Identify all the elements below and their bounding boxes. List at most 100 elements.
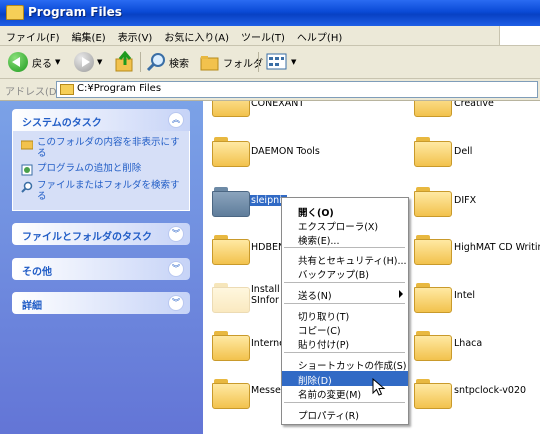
menu-separator (284, 402, 405, 403)
folder-icon[interactable] (414, 137, 452, 167)
folder-icon[interactable] (414, 187, 452, 217)
folders-icon (200, 56, 219, 71)
folder-name[interactable]: DAEMON Tools (251, 146, 320, 157)
menu-item-cut[interactable]: 切り取り(T) (282, 307, 408, 323)
system-tasks-header[interactable]: システムのタスク ︽ (12, 109, 190, 131)
menu-item-explore[interactable]: エクスプローラ(X) (282, 217, 408, 233)
folder-name[interactable]: sntpclock-v020 (454, 385, 526, 396)
folder-icon[interactable] (212, 235, 250, 265)
details-panel: 詳細 ︾ (12, 292, 190, 314)
folder-name[interactable]: Intel (454, 290, 475, 301)
file-tasks-header[interactable]: ファイルとフォルダのタスク ︾ (12, 223, 190, 245)
folder-name[interactable]: InstallSInforma (251, 284, 280, 308)
menu-separator (284, 282, 405, 283)
menu-item-open[interactable]: 開く(O) (282, 203, 408, 219)
title-bar: Program Files (0, 0, 540, 26)
folder-name[interactable]: Lhaca (454, 338, 482, 349)
menu-help[interactable]: ヘルプ(H) (291, 26, 348, 47)
back-button[interactable]: 戻る ▼ (8, 50, 60, 74)
up-folder-icon (115, 51, 133, 72)
folder-icon[interactable] (212, 101, 250, 117)
toolbar-separator (140, 52, 141, 72)
other-places-panel: その他 ︾ (12, 258, 190, 280)
views-button[interactable]: ▼ (266, 50, 296, 74)
folder-name[interactable]: Dell (454, 146, 472, 157)
folder-name[interactable]: CONEXANT (251, 101, 304, 109)
menu-edit[interactable]: 編集(E) (66, 26, 112, 47)
other-places-header[interactable]: その他 ︾ (12, 258, 190, 280)
up-folder-button[interactable] (114, 50, 136, 74)
search-icon (21, 181, 33, 193)
folders-label: フォルダ (223, 58, 263, 70)
menu-item-create-shortcut[interactable]: ショートカットの作成(S) (282, 356, 408, 372)
menu-item-backup[interactable]: バックアップ(B) (282, 265, 408, 281)
folder-icon[interactable] (414, 283, 452, 313)
menu-item-paste[interactable]: 貼り付け(P) (282, 335, 408, 351)
folder-icon[interactable] (414, 331, 452, 361)
search-icon (146, 53, 165, 72)
task-pane: システムのタスク ︽ このフォルダの内容を非表示にする プログラムの追加と削除 … (0, 101, 203, 434)
views-icon (266, 53, 287, 70)
menu-favorites[interactable]: お気に入り(A) (158, 26, 235, 47)
system-tasks-title: システムのタスク (22, 118, 102, 129)
task-hide-folder-contents[interactable]: このフォルダの内容を非表示にする (21, 137, 183, 159)
folder-icon[interactable] (414, 235, 452, 265)
folder-name[interactable]: HighMAT CD Writin (454, 242, 540, 253)
submenu-arrow-icon (399, 290, 403, 298)
other-places-title: その他 (22, 267, 52, 278)
menu-item-rename[interactable]: 名前の変更(M) (282, 385, 408, 401)
window-title: Program Files (28, 5, 122, 19)
task-search-files[interactable]: ファイルまたはフォルダを検索する (21, 180, 183, 202)
folder-icon[interactable] (212, 331, 250, 361)
folder-icon[interactable] (212, 283, 250, 313)
folder-name[interactable]: HDBEN (251, 242, 285, 253)
menu-separator (284, 352, 405, 353)
chevron-down-icon: ▼ (291, 58, 297, 66)
menu-item-sharing[interactable]: 共有とセキュリティ(H)... (282, 251, 408, 267)
back-arrow-icon (8, 52, 28, 72)
toolbar-separator (258, 52, 259, 72)
folders-button[interactable]: フォルダ (200, 50, 263, 74)
folder-name[interactable]: DIFX (454, 195, 476, 206)
details-title: 詳細 (22, 301, 42, 312)
folder-name[interactable]: Creative (454, 101, 494, 109)
menu-tools[interactable]: ツール(T) (235, 26, 291, 47)
task-label: ファイルまたはフォルダを検索する (37, 180, 180, 202)
folder-icon[interactable] (212, 187, 250, 217)
search-button[interactable]: 検索 (146, 50, 189, 74)
menu-separator (284, 303, 405, 304)
menu-view[interactable]: 表示(V) (112, 26, 159, 47)
context-menu: 開く(O) エクスプローラ(X) 検索(E)... 共有とセキュリティ(H)..… (281, 197, 409, 425)
file-tasks-panel: ファイルとフォルダのタスク ︾ (12, 223, 190, 245)
system-tasks-body: このフォルダの内容を非表示にする プログラムの追加と削除 ファイルまたはフォルダ… (12, 131, 190, 211)
menu-separator (284, 247, 405, 248)
chevron-down-icon: ▼ (97, 58, 103, 66)
chevron-down-icon: ▼ (55, 58, 61, 66)
folder-icon[interactable] (212, 137, 250, 167)
folder-icon (21, 140, 33, 150)
menu-item-copy[interactable]: コピー(C) (282, 321, 408, 337)
menu-item-delete[interactable]: 削除(D) (282, 371, 408, 387)
folder-icon[interactable] (414, 379, 452, 409)
menu-bar: ファイル(F) 編集(E) 表示(V) お気に入り(A) ツール(T) ヘルプ(H) (0, 26, 540, 46)
menu-item-properties[interactable]: プロパティ(R) (282, 406, 408, 422)
menu-item-search[interactable]: 検索(E)... (282, 231, 408, 247)
task-label: プログラムの追加と削除 (37, 163, 142, 174)
task-add-remove-programs[interactable]: プログラムの追加と削除 (21, 163, 183, 176)
menu-file[interactable]: ファイル(F) (0, 26, 66, 47)
forward-arrow-icon (74, 52, 94, 72)
programs-icon (21, 164, 33, 176)
menu-item-send-to[interactable]: 送る(N) (282, 286, 408, 302)
chevron-up-icon[interactable]: ︽ (168, 112, 184, 128)
chevron-down-icon[interactable]: ︾ (168, 226, 184, 242)
details-header[interactable]: 詳細 ︾ (12, 292, 190, 314)
address-bar: アドレス(D) C:¥Program Files (0, 79, 540, 101)
chevron-down-icon[interactable]: ︾ (168, 261, 184, 277)
forward-button[interactable]: ▼ (74, 50, 102, 74)
folder-icon[interactable] (414, 101, 452, 117)
folder-icon[interactable] (212, 379, 250, 409)
search-label: 検索 (169, 58, 189, 70)
chevron-down-icon[interactable]: ︾ (168, 295, 184, 311)
folder-icon (60, 84, 74, 95)
address-input[interactable]: C:¥Program Files (56, 81, 538, 98)
